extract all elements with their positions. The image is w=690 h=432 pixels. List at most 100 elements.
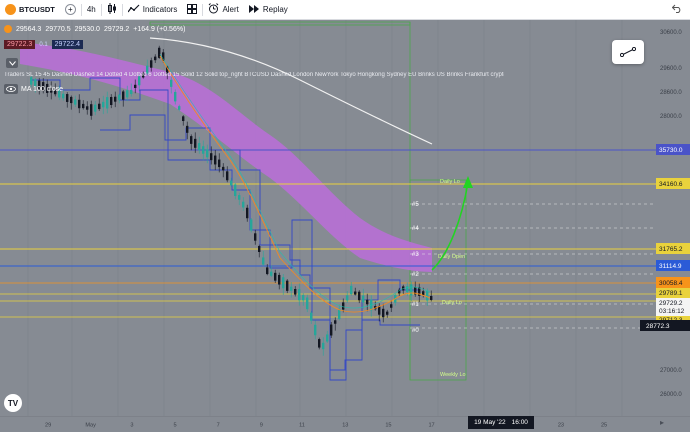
time-axis[interactable]: 29 May 3 5 7 9 11 13 15 17 19 21 23 25 <box>0 416 690 432</box>
time-tick: 15 <box>385 422 391 428</box>
ohlc-change: +164.9 (+0.56%) <box>133 25 186 33</box>
crosshair-date: 19 May '22 <box>474 419 506 426</box>
sell-price-button[interactable]: 29722.3 <box>4 40 36 49</box>
fib-label: #3 <box>412 252 419 258</box>
grid-layout-icon <box>187 3 198 16</box>
candlestick-icon <box>107 3 117 16</box>
buy-price-button[interactable]: 29722.4 <box>51 40 83 49</box>
candle-body <box>210 153 213 161</box>
fib-label: #2 <box>412 272 419 278</box>
candle-body <box>358 291 361 301</box>
level-tag: 34160.6 <box>659 181 683 188</box>
visibility-eye-icon[interactable] <box>4 84 18 94</box>
symbol-search-button[interactable]: BTCUSDT <box>0 0 60 20</box>
fib-label: #1 <box>412 302 419 308</box>
candle-body <box>202 146 205 154</box>
trend-line-icon <box>620 47 636 57</box>
price-chart-canvas[interactable]: #5 #4 #3 #2 #1 #0 Daily Lo Daily Open Da… <box>0 20 690 416</box>
replay-icon <box>248 4 260 16</box>
ohlc-high: 29770.5 <box>45 25 71 33</box>
candle-body <box>314 324 317 336</box>
candle-body <box>390 304 393 308</box>
time-tick: 3 <box>130 422 133 428</box>
legend-collapse-button[interactable] <box>6 58 18 68</box>
candle-body <box>258 246 261 252</box>
ohlc-close: 29729.2 <box>103 25 130 33</box>
time-tick: May <box>85 422 96 428</box>
candle-body <box>278 274 281 285</box>
candle-body <box>94 104 97 112</box>
alert-button[interactable]: Alert <box>203 0 243 20</box>
crosshair-time: 16:00 <box>511 419 528 426</box>
candle-body <box>306 297 309 310</box>
candle-body <box>274 272 277 281</box>
candle-body <box>102 101 105 108</box>
candle-body <box>234 184 237 197</box>
candle-body <box>246 207 249 219</box>
candle-body <box>298 289 301 301</box>
alert-label: Alert <box>222 5 239 14</box>
candle-body <box>382 308 385 318</box>
candle-body <box>182 116 185 122</box>
indicators-button[interactable]: Indicators <box>123 0 183 20</box>
candle-body <box>174 91 177 102</box>
indicators-label: Indicators <box>142 5 178 14</box>
candle-body <box>350 285 353 295</box>
candle-body <box>194 138 197 148</box>
interval-button[interactable]: 4h <box>82 0 101 20</box>
candle-body <box>106 97 109 109</box>
alarm-clock-icon <box>208 3 219 16</box>
candle-body <box>110 97 113 105</box>
tradingview-logo[interactable]: TV <box>4 394 22 412</box>
candle-body <box>326 334 329 342</box>
candle-body <box>122 91 125 100</box>
time-tick: 29 <box>45 422 51 428</box>
time-tick: 17 <box>428 422 434 428</box>
fib-label: #4 <box>412 226 419 232</box>
ma-label: MA 100 close <box>21 85 64 93</box>
candle-body <box>366 299 369 305</box>
fib-label: #0 <box>412 328 419 334</box>
candle-body <box>330 324 333 336</box>
replay-button[interactable]: Replay <box>244 0 293 20</box>
undo-icon[interactable] <box>671 4 682 15</box>
candle-body <box>322 342 325 350</box>
bitcoin-logo-icon <box>4 25 12 33</box>
candle-body <box>90 104 93 116</box>
candle-body <box>222 166 225 171</box>
level-tag: 35730.0 <box>659 147 683 154</box>
time-tick: 5 <box>173 422 176 428</box>
chart-type-button[interactable] <box>102 0 122 20</box>
candle-body <box>226 171 229 181</box>
drawing-tool-widget[interactable] <box>612 40 644 64</box>
candle-body <box>118 94 121 101</box>
candle-body <box>66 94 69 102</box>
candle-body <box>154 56 157 61</box>
layout-button[interactable] <box>182 0 202 20</box>
candle-body <box>130 89 133 95</box>
candle-body <box>410 284 413 296</box>
compare-symbol-button[interactable]: + <box>60 0 81 20</box>
level-tag: 31765.2 <box>659 246 683 253</box>
tradingview-chart-window: BTCUSDT + 4h Indicators Alert Replay #5 … <box>0 0 690 432</box>
crosshair-date-label: 19 May '22 16:00 <box>468 416 534 429</box>
price-axis-ticks: 30600.0 29600.0 28600.0 28000.0 27000.0 … <box>660 30 682 398</box>
candle-body <box>98 103 101 110</box>
candle-body <box>254 233 257 241</box>
last-price-tag: 29729.2 <box>659 300 683 307</box>
price-tick: 26000.0 <box>660 392 682 398</box>
symbol-label: BTCUSDT <box>19 5 55 14</box>
candle-body <box>290 286 293 291</box>
candle-body <box>206 149 209 158</box>
ohlc-low: 29530.0 <box>74 25 100 33</box>
scroll-to-realtime-icon[interactable]: ▸ <box>660 418 664 427</box>
candle-body <box>318 339 321 348</box>
plus-circle-icon: + <box>64 4 76 15</box>
bitcoin-logo-icon <box>5 4 16 15</box>
candle-body <box>362 295 365 303</box>
price-tick: 30600.0 <box>660 30 682 36</box>
candle-body <box>126 90 129 98</box>
candle-body <box>238 195 241 200</box>
price-tick: 27000.0 <box>660 368 682 374</box>
candle-body <box>294 289 297 295</box>
